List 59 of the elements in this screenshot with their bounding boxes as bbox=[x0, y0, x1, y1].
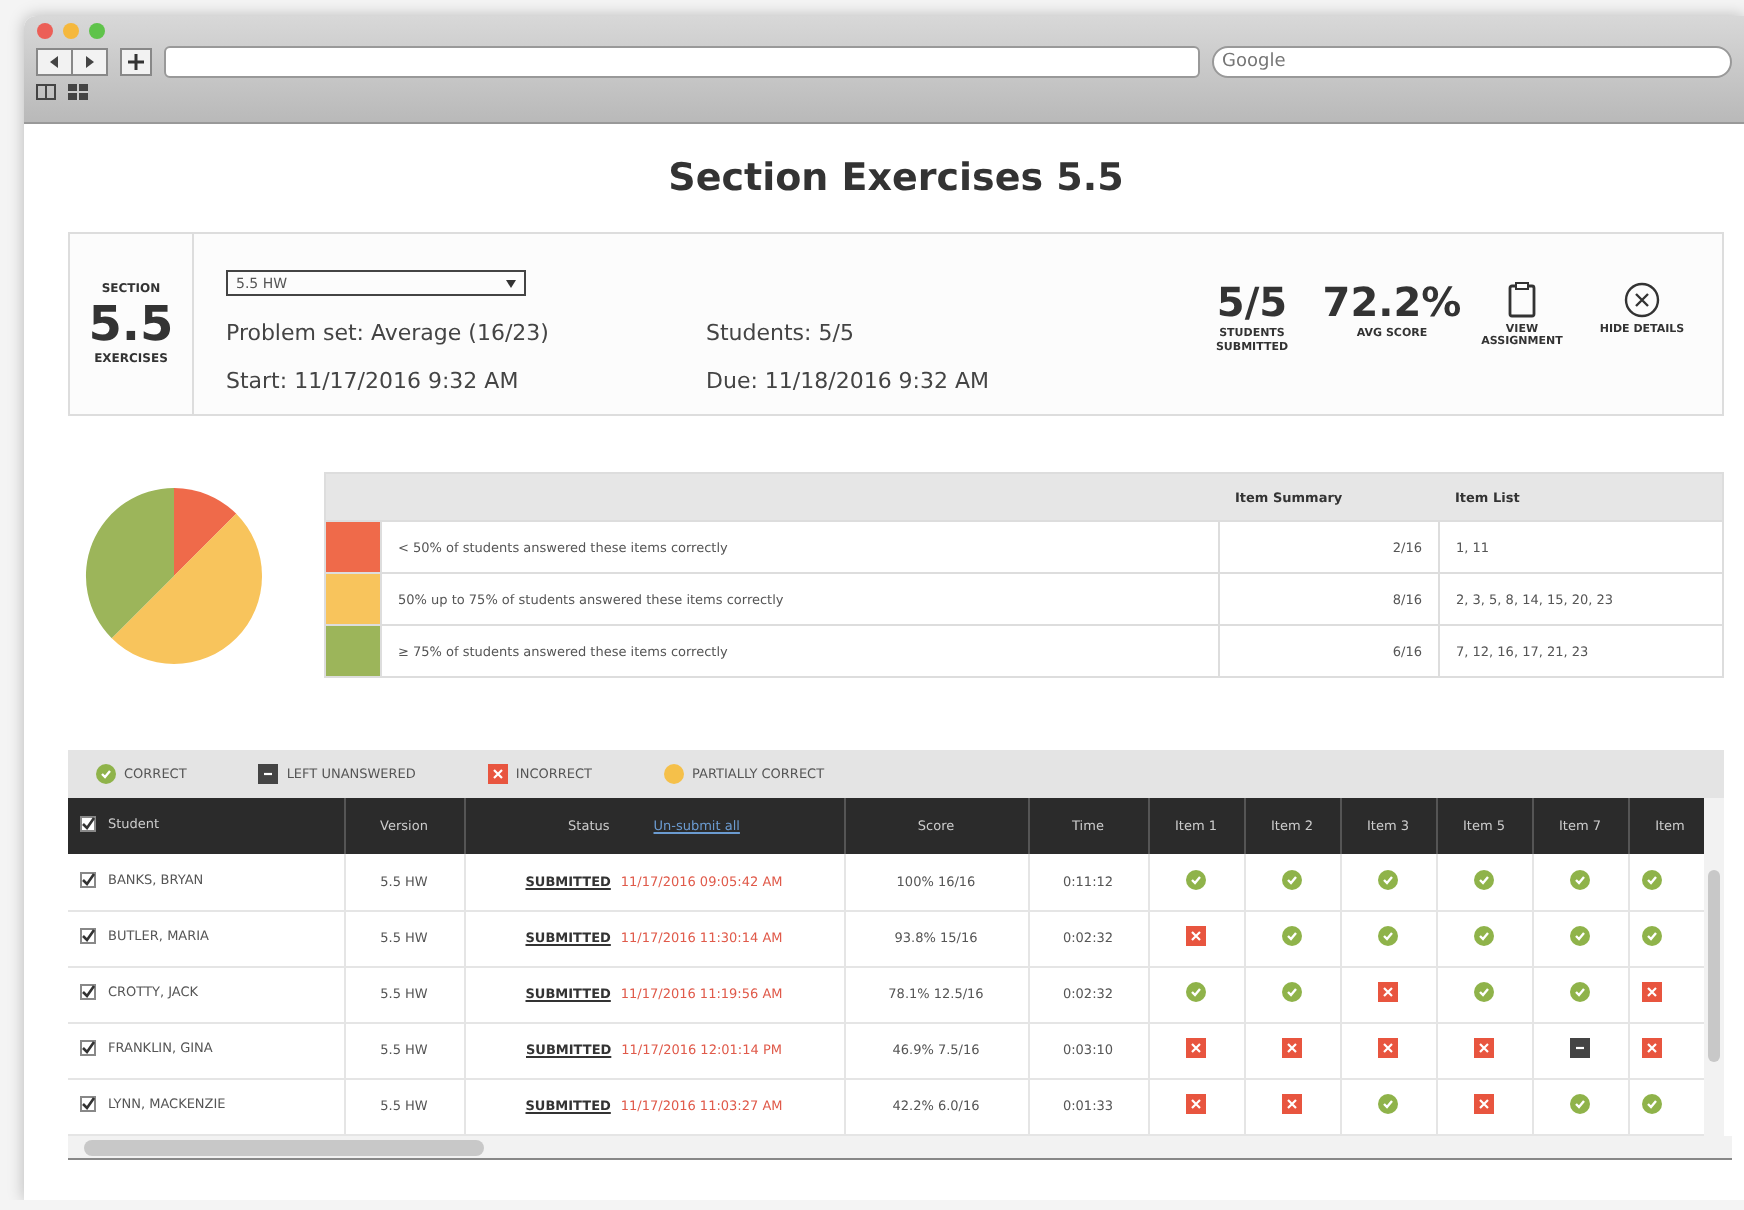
row-checkbox[interactable] bbox=[80, 1096, 96, 1112]
problem-set-text: Problem set: Average (16/23) bbox=[226, 319, 551, 350]
stat-value: 5/5 bbox=[1216, 282, 1288, 322]
row-checkbox[interactable] bbox=[80, 1040, 96, 1056]
check-circle-icon bbox=[1641, 1094, 1661, 1114]
row-checkbox[interactable] bbox=[80, 984, 96, 1000]
dropdown-caret-icon bbox=[506, 279, 516, 287]
check-circle-icon bbox=[1641, 926, 1661, 946]
x-square-icon bbox=[1378, 1038, 1398, 1058]
x-square-icon bbox=[487, 764, 508, 784]
stat-value: 72.2% bbox=[1322, 282, 1462, 322]
add-tab-icon[interactable] bbox=[120, 48, 152, 76]
due-date-text: Due: 11/18/2016 9:32 AM bbox=[706, 368, 992, 399]
check-circle-icon bbox=[1282, 926, 1302, 946]
x-square-icon bbox=[1474, 1094, 1494, 1114]
back-forward-icon[interactable] bbox=[36, 48, 108, 76]
check-circle-icon bbox=[1282, 982, 1302, 1002]
page-title: Section Exercises 5.5 bbox=[668, 156, 1124, 200]
x-square-icon bbox=[1641, 982, 1661, 1002]
bookmarks-icon[interactable] bbox=[36, 84, 56, 100]
grid-icon[interactable] bbox=[68, 84, 88, 100]
clipboard-icon bbox=[1508, 282, 1536, 318]
check-circle-icon bbox=[1570, 982, 1590, 1002]
check-circle-icon bbox=[1186, 982, 1206, 1002]
select-all-checkbox[interactable] bbox=[80, 816, 96, 832]
check-circle-icon bbox=[1474, 869, 1494, 890]
x-square-icon bbox=[1282, 1094, 1302, 1114]
check-circle-icon bbox=[1474, 926, 1494, 946]
check-circle-icon bbox=[1474, 982, 1494, 1002]
check-circle-icon bbox=[1282, 869, 1302, 890]
start-date-text: Start: 11/17/2016 9:32 AM bbox=[226, 368, 521, 399]
x-square-icon bbox=[1186, 926, 1206, 946]
x-square-icon bbox=[1282, 1038, 1302, 1058]
check-circle-icon bbox=[1570, 1094, 1590, 1114]
students-text: Students: 5/5 bbox=[706, 319, 856, 350]
check-circle-icon bbox=[1378, 869, 1398, 890]
half-circle-icon bbox=[664, 764, 685, 784]
dash-square-icon bbox=[258, 764, 279, 784]
check-circle-icon bbox=[1378, 1094, 1398, 1114]
row-checkbox[interactable] bbox=[80, 928, 96, 944]
x-square-icon bbox=[1186, 1038, 1206, 1058]
section-number: 5.5 bbox=[88, 300, 174, 348]
search-field[interactable]: Google bbox=[1212, 46, 1732, 78]
check-circle-icon bbox=[1570, 869, 1590, 890]
check-circle-icon bbox=[1641, 869, 1661, 890]
x-square-icon bbox=[1186, 1094, 1206, 1114]
check-circle-icon bbox=[1378, 926, 1398, 946]
check-circle-icon bbox=[96, 764, 116, 784]
vertical-scrollbar[interactable] bbox=[1704, 798, 1724, 1135]
check-circle-icon bbox=[1570, 926, 1590, 946]
x-square-icon bbox=[1641, 1038, 1661, 1058]
dash-square-icon bbox=[1570, 1038, 1590, 1058]
x-square-icon bbox=[1474, 1038, 1494, 1058]
check-circle-icon bbox=[1186, 869, 1206, 890]
close-circle-icon bbox=[1624, 282, 1660, 318]
row-checkbox[interactable] bbox=[80, 871, 96, 888]
address-field[interactable] bbox=[164, 46, 1200, 78]
horizontal-scrollbar[interactable] bbox=[68, 1135, 1732, 1159]
x-square-icon bbox=[1378, 982, 1398, 1002]
